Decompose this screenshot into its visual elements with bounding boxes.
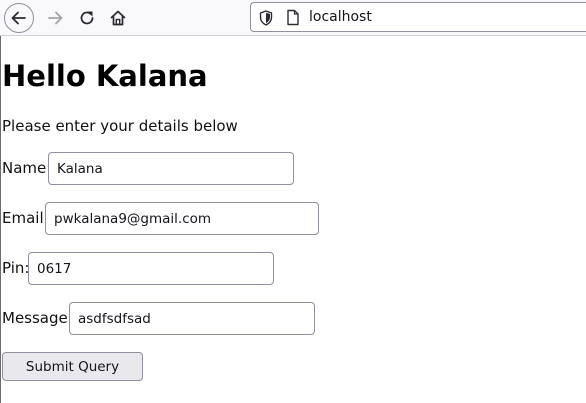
home-icon: [110, 10, 126, 26]
submit-button[interactable]: Submit Query: [2, 352, 143, 381]
home-button[interactable]: [103, 3, 133, 33]
pin-field[interactable]: [28, 252, 274, 285]
reload-button[interactable]: [72, 3, 102, 33]
email-label: Email:: [2, 209, 49, 227]
intro-text: Please enter your details below: [2, 117, 238, 135]
name-field[interactable]: [48, 152, 294, 185]
forward-button[interactable]: [40, 3, 70, 33]
message-label: Message:: [2, 309, 73, 327]
window-edge: [0, 36, 1, 403]
page-icon[interactable]: [286, 9, 300, 26]
arrow-right-icon: [48, 11, 63, 25]
name-label: Name:: [2, 159, 52, 177]
back-button[interactable]: [4, 3, 34, 33]
url-text[interactable]: localhost: [309, 8, 372, 26]
page-title: Hello Kalana: [2, 59, 208, 93]
message-field[interactable]: [69, 302, 315, 335]
address-bar[interactable]: localhost: [250, 2, 586, 32]
email-field[interactable]: [45, 202, 319, 235]
pin-label: Pin:: [2, 259, 30, 277]
arrow-left-icon: [11, 11, 26, 25]
reload-icon: [80, 11, 94, 25]
browser-toolbar: localhost: [0, 0, 586, 36]
shield-icon[interactable]: [259, 10, 273, 26]
